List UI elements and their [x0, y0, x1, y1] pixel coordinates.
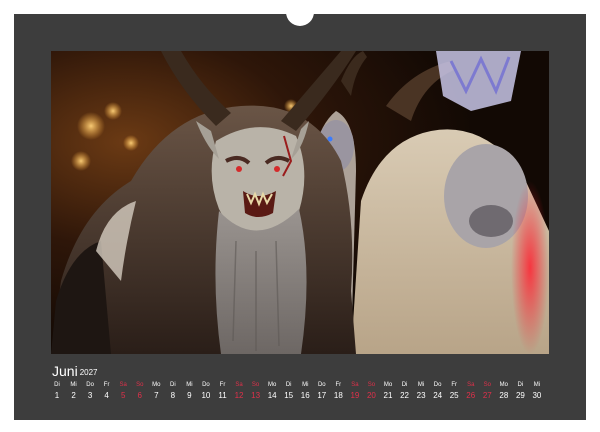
weekday-label: Sa [351, 382, 359, 388]
weekday-label: Mi [533, 382, 541, 388]
day-number: 13 [251, 391, 261, 400]
weekday-label: Di [285, 382, 292, 388]
day-cell: Sa 5 [115, 381, 131, 402]
day-number: 30 [532, 391, 542, 400]
month-name: Juni [52, 363, 78, 379]
weekday-label: Mo [499, 382, 509, 388]
weekday-label: Mo [383, 382, 393, 388]
day-cell: Sa 12 [231, 381, 247, 402]
day-number: 1 [54, 391, 60, 400]
day-number: 6 [137, 391, 142, 400]
weekday-label: So [367, 382, 376, 388]
day-number: 28 [499, 391, 509, 400]
weekday-label: Sa [467, 382, 475, 388]
weekday-label: Di [517, 382, 524, 388]
day-grid: Di 1 Mi 2 Do 3 Fr 4 Sa 5 So 6 Mo 7 Di 8 Mi 9 Do 10 Fr 11 Sa 12 S… [51, 381, 549, 405]
weekday-label: Mo [267, 382, 277, 388]
day-cell: Di 15 [281, 381, 297, 402]
day-number: 9 [187, 391, 192, 400]
day-number: 3 [87, 391, 93, 400]
day-cell: Do 24 [430, 381, 446, 402]
day-cell: Fr 25 [446, 381, 462, 402]
day-cell: Mo 21 [380, 381, 396, 402]
weekday-label: Fr [219, 382, 226, 388]
weekday-label: Mi [186, 382, 193, 388]
weekday-label: Sa [235, 382, 243, 388]
month-title: Juni 2027 [52, 363, 97, 381]
day-cell: Sa 26 [463, 381, 479, 402]
day-number: 21 [383, 391, 393, 400]
day-cell: Do 17 [314, 381, 330, 402]
day-number: 20 [366, 391, 376, 400]
month-year: 2027 [79, 368, 98, 377]
weekday-label: So [483, 382, 491, 388]
weekday-label: Di [401, 382, 408, 388]
day-number: 25 [449, 391, 459, 400]
weekday-label: Mi [302, 382, 309, 388]
day-cell: Mo 28 [496, 381, 512, 402]
day-cell: So 6 [132, 381, 148, 402]
day-number: 5 [120, 391, 126, 400]
day-cell: Di 1 [49, 381, 65, 402]
day-number: 8 [170, 391, 176, 400]
day-cell: Mo 7 [148, 381, 164, 402]
day-cell: So 20 [363, 381, 379, 402]
day-cell: Do 3 [82, 381, 98, 402]
day-number: 11 [218, 391, 227, 400]
weekday-label: Mi [70, 382, 77, 388]
day-number: 16 [300, 391, 310, 400]
day-cell: Fr 4 [99, 381, 115, 402]
weekday-label: Mi [417, 382, 425, 388]
day-cell: Mi 9 [181, 381, 197, 402]
day-cell: Mi 30 [529, 381, 545, 402]
day-cell: Fr 11 [215, 381, 231, 402]
day-number: 23 [416, 391, 426, 400]
day-cell: Sa 19 [347, 381, 363, 402]
day-number: 14 [267, 391, 277, 400]
weekday-label: Fr [451, 382, 458, 388]
day-number: 29 [515, 391, 525, 400]
weekday-label: So [251, 382, 260, 388]
weekday-label: Do [317, 382, 326, 388]
weekday-label: Do [202, 382, 210, 388]
day-cell: Do 10 [198, 381, 214, 402]
day-cell: So 27 [479, 381, 495, 402]
weekday-label: Di [54, 382, 60, 388]
day-number: 19 [350, 391, 360, 400]
day-cell: Mo 14 [264, 381, 280, 402]
day-number: 12 [234, 391, 244, 400]
day-number: 24 [433, 391, 443, 400]
weekday-label: Fr [103, 382, 110, 388]
day-number: 2 [71, 391, 76, 400]
day-number: 15 [284, 391, 294, 400]
day-cell: Mi 23 [413, 381, 429, 402]
day-number: 27 [482, 391, 492, 400]
weekday-label: Di [170, 382, 176, 388]
krampus-masks-photo [51, 51, 549, 354]
day-cell: Mi 16 [297, 381, 313, 402]
day-cell: So 13 [248, 381, 264, 402]
day-number: 26 [466, 391, 476, 400]
weekday-label: Fr [335, 382, 342, 388]
weekday-label: Sa [119, 382, 127, 388]
photo-illustration [51, 51, 549, 354]
weekday-label: Do [86, 382, 94, 388]
day-number: 18 [333, 391, 343, 400]
day-number: 17 [317, 391, 327, 400]
day-number: 4 [104, 391, 109, 400]
day-number: 10 [201, 391, 211, 400]
day-number: 22 [400, 391, 409, 400]
weekday-label: Do [433, 382, 442, 388]
weekday-label: Mo [152, 382, 161, 388]
day-cell: Di 8 [165, 381, 181, 402]
day-number: 7 [154, 391, 159, 400]
day-cell: Mi 2 [66, 381, 82, 402]
day-cell: Di 29 [512, 381, 528, 402]
day-cell: Fr 18 [330, 381, 346, 402]
day-cell: Di 22 [397, 381, 413, 402]
weekday-label: So [136, 382, 144, 388]
